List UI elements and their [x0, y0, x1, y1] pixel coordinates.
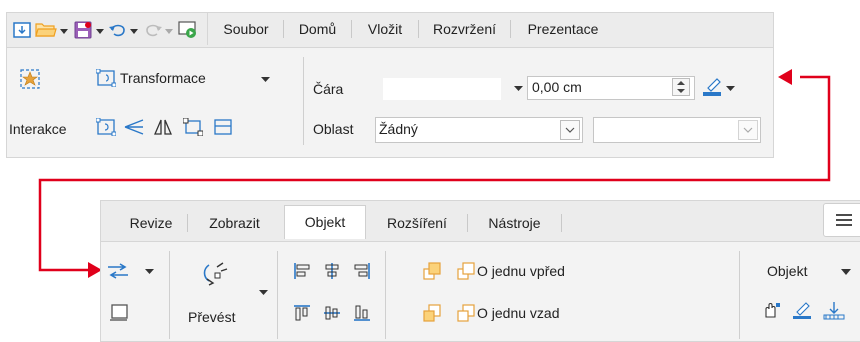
- hamburger-menu-icon: [836, 214, 852, 226]
- backward-one-label[interactable]: O jednu vzad: [477, 305, 560, 321]
- section-divider: [385, 251, 386, 339]
- convert-label[interactable]: Převést: [188, 309, 235, 325]
- forward-one-icon[interactable]: [457, 262, 475, 280]
- backward-one-icon[interactable]: [457, 304, 475, 322]
- shadow-rect-icon[interactable]: [109, 304, 129, 322]
- object-menu-label[interactable]: Objekt: [767, 263, 807, 279]
- menu-button[interactable]: [823, 203, 860, 237]
- align-bottom-icon[interactable]: [353, 304, 371, 322]
- align-middle-icon[interactable]: [323, 304, 341, 322]
- tab-divider: [561, 214, 562, 232]
- forward-one-label[interactable]: O jednu vpřed: [477, 263, 565, 279]
- section-divider: [739, 251, 740, 339]
- send-to-back-icon[interactable]: [423, 304, 441, 322]
- align-right-icon[interactable]: [353, 262, 371, 280]
- bottom-toolbar-panel: Revize Zobrazit Objekt Rozšíření Nástroj…: [100, 200, 860, 342]
- align-top-icon[interactable]: [293, 304, 311, 322]
- bring-to-front-icon[interactable]: [423, 262, 441, 280]
- convert-dropdown-chevron-icon[interactable]: [259, 290, 268, 295]
- section-divider: [169, 251, 170, 339]
- area-fill-icon[interactable]: [823, 301, 845, 321]
- tab-revize[interactable]: Revize: [115, 207, 187, 239]
- convert-icon[interactable]: [201, 261, 229, 287]
- connector-arrows-icon[interactable]: [107, 263, 129, 279]
- tab-rozsireni[interactable]: Rozšíření: [367, 207, 467, 239]
- tab-nastroje[interactable]: Nástroje: [468, 207, 561, 239]
- object-dropdown-chevron-icon[interactable]: [841, 269, 851, 275]
- section-divider: [277, 251, 278, 339]
- align-left-icon[interactable]: [293, 262, 311, 280]
- tab-zobrazit[interactable]: Zobrazit: [188, 207, 281, 239]
- line-properties-icon[interactable]: [792, 302, 812, 320]
- connector-dropdown-chevron-icon[interactable]: [145, 269, 154, 274]
- tab-objekt[interactable]: Objekt: [284, 205, 366, 239]
- align-center-icon[interactable]: [323, 262, 341, 280]
- points-edit-icon[interactable]: [763, 302, 781, 320]
